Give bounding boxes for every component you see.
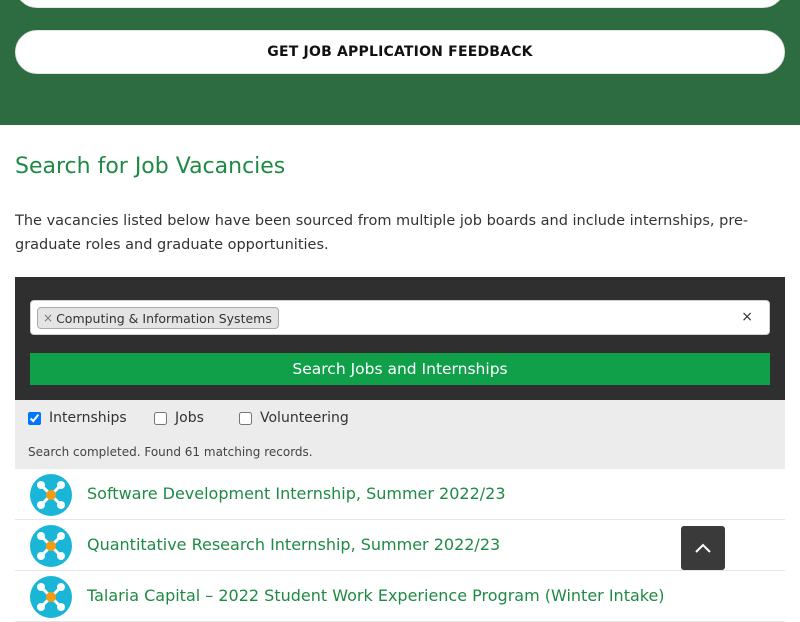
person-logo-icon (30, 474, 72, 516)
result-title-link[interactable]: Quantitative Research Internship, Summer… (87, 535, 500, 554)
tag-remove-icon[interactable]: × (43, 311, 53, 325)
clear-selection-icon[interactable]: × (741, 309, 753, 325)
jobs-label: Jobs (175, 410, 204, 426)
search-panel: × Computing & Information Systems × Sear… (15, 277, 785, 400)
category-select[interactable]: × Computing & Information Systems × (30, 300, 770, 335)
chevron-up-icon (695, 543, 711, 553)
selected-tag: × Computing & Information Systems (37, 307, 279, 329)
person-logo-icon (30, 525, 72, 567)
list-item[interactable]: Quantitative Research Internship, Summer… (15, 520, 785, 571)
tag-label: Computing & Information Systems (56, 310, 272, 326)
top-band: GET JOB APPLICATION FEEDBACK (0, 0, 800, 125)
result-title-link[interactable]: Talaria Capital – 2022 Student Work Expe… (87, 586, 665, 605)
search-status: Search completed. Found 61 matching reco… (28, 445, 313, 459)
volunteering-label: Volunteering (260, 410, 349, 426)
search-jobs-button[interactable]: Search Jobs and Internships (30, 353, 770, 385)
filter-volunteering[interactable]: Volunteering (239, 410, 349, 426)
filter-jobs[interactable]: Jobs (154, 410, 204, 426)
volunteering-checkbox[interactable] (239, 411, 252, 425)
intro-text: The vacancies listed below have been sou… (15, 213, 749, 253)
internships-checkbox[interactable] (28, 411, 41, 425)
scroll-to-top-button[interactable] (681, 526, 725, 570)
results-list: Software Development Internship, Summer … (15, 469, 785, 622)
internships-label: Internships (49, 410, 127, 426)
jobs-checkbox[interactable] (154, 411, 167, 425)
filter-internships[interactable]: Internships (28, 410, 127, 426)
page-title: Search for Job Vacancies (15, 154, 286, 179)
list-item[interactable]: Software Development Internship, Summer … (15, 469, 785, 520)
result-title-link[interactable]: Software Development Internship, Summer … (87, 484, 506, 503)
person-logo-icon (30, 576, 72, 618)
filter-panel: Internships Jobs Volunteering Search com… (15, 400, 785, 469)
top-pill-button[interactable] (15, 0, 785, 8)
job-feedback-button[interactable]: GET JOB APPLICATION FEEDBACK (15, 30, 785, 74)
list-item[interactable]: Talaria Capital – 2022 Student Work Expe… (15, 571, 785, 622)
